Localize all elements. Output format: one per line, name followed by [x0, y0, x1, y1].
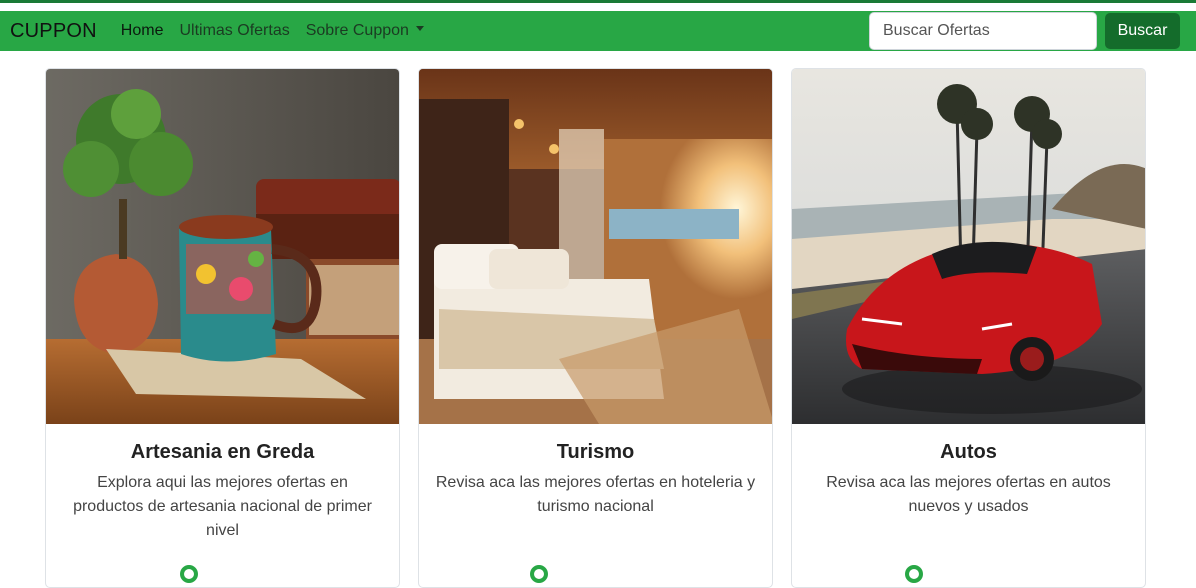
circle-icon [905, 565, 923, 583]
top-border [0, 0, 1196, 3]
search-button[interactable]: Buscar [1105, 13, 1180, 49]
circle-icon [180, 565, 198, 583]
nav-link-ultimas-ofertas[interactable]: Ultimas Ofertas [179, 22, 289, 40]
card-autos[interactable]: Autos Revisa aca las mejores ofertas en … [791, 68, 1146, 588]
search-form: Buscar [869, 12, 1180, 50]
circle-icon [530, 565, 548, 583]
caret-down-icon [415, 26, 424, 32]
brand-logo[interactable]: CUPPON [10, 20, 97, 43]
card-text: Revisa aca las mejores ofertas en hotele… [435, 474, 756, 515]
card-turismo[interactable]: Turismo Revisa aca las mejores ofertas e… [418, 68, 773, 588]
card-body: Artesania en Greda Explora aqui las mejo… [46, 424, 399, 543]
card-artesania[interactable]: Artesania en Greda Explora aqui las mejo… [45, 68, 400, 588]
card-image-red-car[interactable] [792, 69, 1145, 424]
card-image-mug[interactable] [46, 69, 399, 424]
card-title: Artesania en Greda [130, 441, 315, 463]
card-image-hotel-room[interactable] [419, 69, 772, 424]
card-grid: Artesania en Greda Explora aqui las mejo… [45, 68, 1146, 588]
card-body: Autos Revisa aca las mejores ofertas en … [792, 424, 1145, 519]
nav-links: Home Ultimas Ofertas Sobre Cuppon [121, 22, 440, 40]
nav-dropdown-label: Sobre Cuppon [305, 22, 409, 39]
search-input[interactable] [869, 12, 1097, 50]
card-title: Turismo [556, 441, 635, 463]
nav-dropdown-sobre-cuppon[interactable]: Sobre Cuppon [306, 22, 424, 40]
navbar: CUPPON Home Ultimas Ofertas Sobre Cuppon… [0, 11, 1196, 51]
card-text: Explora aqui las mejores ofertas en prod… [73, 474, 372, 539]
card-text: Revisa aca las mejores ofertas en autos … [826, 474, 1111, 515]
nav-link-home[interactable]: Home [121, 22, 164, 40]
card-body: Turismo Revisa aca las mejores ofertas e… [419, 424, 772, 519]
card-title: Autos [940, 441, 997, 463]
